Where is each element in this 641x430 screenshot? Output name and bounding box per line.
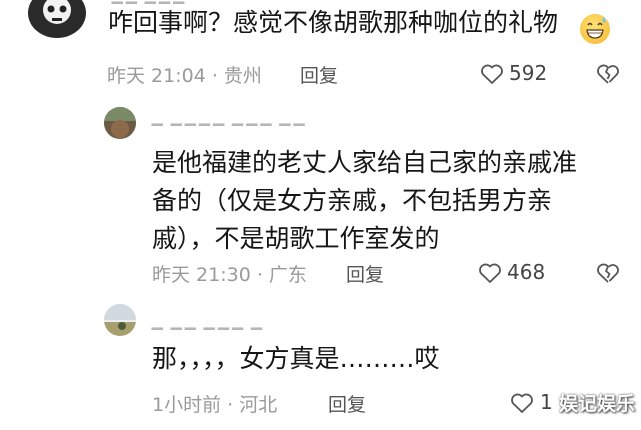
- comment-1-location: 贵州: [223, 65, 262, 87]
- photo-avatar-icon: [104, 304, 136, 336]
- broken-heart-icon[interactable]: [596, 63, 620, 85]
- meta-separator: ·: [250, 264, 269, 286]
- comment-2-text: 是他福建的老丈人家给自己家的亲戚准 备的（仅是女方亲戚，不包括男方亲 戚），不是…: [152, 144, 577, 258]
- broken-heart-icon[interactable]: [596, 262, 620, 284]
- comment-3-text-line-1: 那，，，，女方真是………哎: [152, 344, 440, 373]
- meta-separator: ·: [205, 65, 224, 87]
- grinning-sweat-emoji-icon: [580, 14, 610, 44]
- comment-2-text-line-1: 是他福建的老丈人家给自己家的亲戚准: [152, 148, 578, 177]
- comment-3-time: 1小时前: [152, 394, 222, 416]
- watermark: 娱记娱乐: [558, 393, 635, 415]
- comment-1-avatar[interactable]: [28, 0, 86, 38]
- skull-avatar-icon: [43, 0, 71, 24]
- comment-1-text-line-1: 咋回事啊？感觉不像胡歌那种咖位的礼物: [108, 8, 559, 37]
- comment-2-text-line-3: 戚），不是胡歌工作室发的: [152, 224, 440, 253]
- comment-3-meta: 1小时前 · 河北: [152, 390, 277, 417]
- comment-3-text: 那，，，，女方真是………哎: [152, 340, 440, 378]
- heart-outline-icon[interactable]: [510, 392, 534, 414]
- heart-outline-icon[interactable]: [478, 262, 502, 284]
- comment-1-text: 咋回事啊？感觉不像胡歌那种咖位的礼物: [108, 4, 558, 42]
- heart-outline-icon[interactable]: [480, 63, 504, 85]
- comment-2-meta: 昨天 21:30 · 广东: [152, 260, 307, 287]
- comment-2-like-count: 468: [507, 260, 546, 284]
- comment-1-reply-button[interactable]: 回复: [300, 61, 338, 88]
- comment-2-avatar[interactable]: [104, 107, 136, 139]
- comment-1-time: 昨天 21:04: [107, 65, 206, 87]
- comment-3-location: 河北: [239, 394, 278, 416]
- comment-2-username-cut: ▬ ▬▬▬▬ ▬▬▬ ▬▬: [150, 116, 307, 126]
- comment-2-reply-button[interactable]: 回复: [346, 260, 384, 287]
- comment-1-meta: 昨天 21:04 · 贵州: [107, 61, 262, 88]
- comment-3-avatar[interactable]: [104, 304, 136, 336]
- comment-3-like-count: 1: [540, 390, 553, 414]
- photo-avatar-icon: [104, 107, 136, 138]
- meta-separator: ·: [221, 394, 240, 416]
- comment-3-reply-button[interactable]: 回复: [328, 390, 366, 417]
- comment-3-username-cut: ▬ ▬▬ ▬▬▬ ▬: [150, 320, 264, 330]
- comment-1-like-count: 592: [509, 61, 548, 85]
- comment-2-time: 昨天 21:30: [152, 264, 251, 286]
- comment-2-location: 广东: [268, 264, 307, 286]
- comment-2-text-line-2: 备的（仅是女方亲戚，不包括男方亲: [152, 186, 553, 215]
